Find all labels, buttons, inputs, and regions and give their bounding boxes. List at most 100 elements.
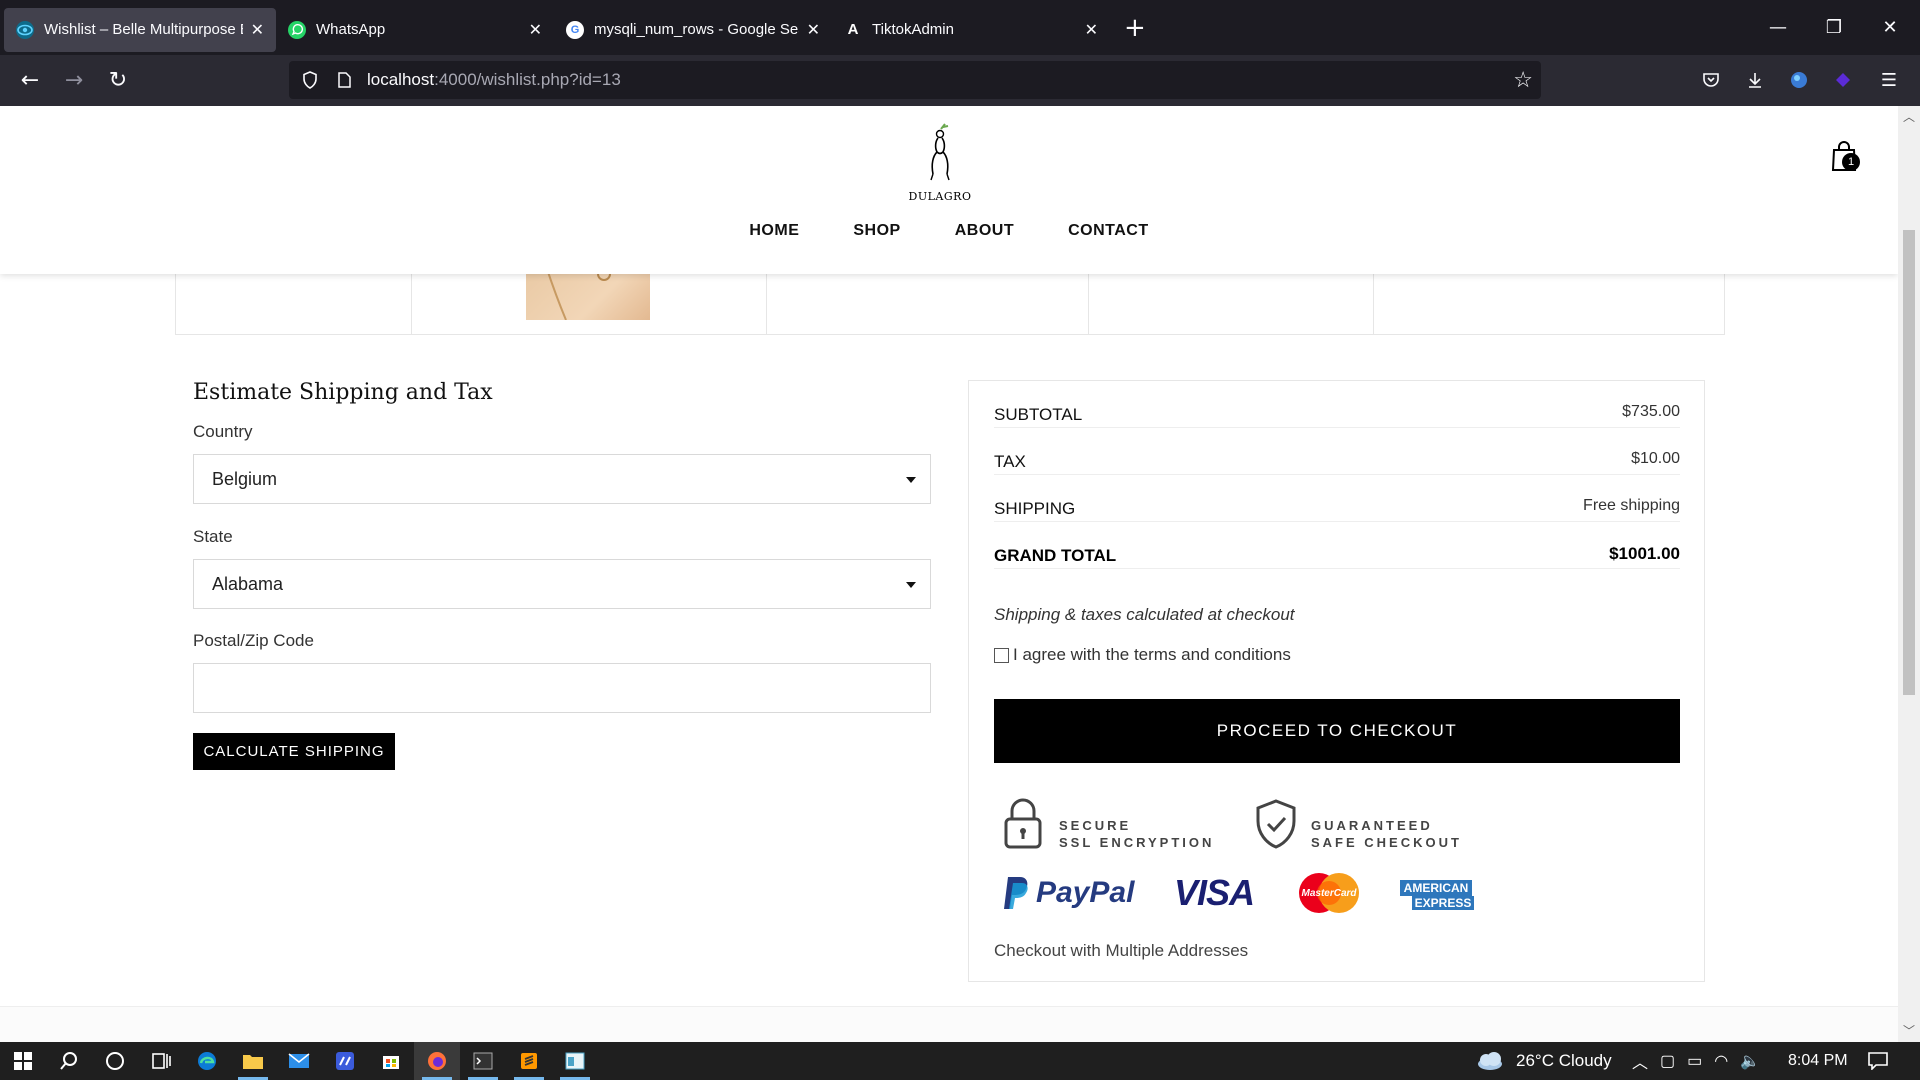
extension-diamond-icon[interactable]: [1826, 63, 1860, 97]
nav-home[interactable]: HOME: [749, 222, 799, 240]
meet-now-icon[interactable]: ▢: [1660, 1051, 1675, 1071]
paypal-wordmark: PayPal: [1036, 876, 1135, 909]
back-arrow-icon[interactable]: ←: [8, 61, 52, 101]
country-label: Country: [193, 422, 253, 441]
mastercard-wordmark: MasterCard: [1301, 887, 1357, 899]
wifi-icon[interactable]: ◠: [1714, 1051, 1728, 1071]
close-icon[interactable]: ✕: [251, 20, 264, 40]
url-host: localhost: [367, 70, 435, 89]
country-select[interactable]: Belgium: [193, 454, 931, 504]
battery-icon[interactable]: ▭: [1687, 1051, 1702, 1071]
tab-title: TiktokAdmin: [872, 21, 954, 38]
tray-icons: ︿ ▢ ▭ ◠ 🔈: [1632, 1042, 1760, 1080]
multiple-addresses-link[interactable]: Checkout with Multiple Addresses: [994, 941, 1248, 961]
hamburger-menu-icon[interactable]: ☰: [1872, 63, 1906, 97]
amex-line2: EXPRESS: [1411, 896, 1475, 910]
badge-guaranteed-line1: GUARANTEED: [1311, 818, 1433, 833]
country-value: Belgium: [212, 468, 278, 489]
minimize-icon[interactable]: —: [1750, 0, 1806, 55]
mail-icon[interactable]: [276, 1042, 322, 1080]
shipping-row: SHIPPING Free shipping: [994, 475, 1680, 522]
amex-logo: AMERICAN EXPRESS: [1397, 879, 1475, 911]
tab-wishlist[interactable]: Wishlist – Belle Multipurpose B ✕: [4, 7, 276, 52]
volume-icon[interactable]: 🔈: [1740, 1051, 1760, 1071]
store-icon[interactable]: [368, 1042, 414, 1080]
mastercard-logo: MasterCard: [1297, 871, 1361, 915]
cortana-icon[interactable]: [92, 1042, 138, 1080]
scroll-down-icon[interactable]: ﹀: [1898, 1022, 1920, 1040]
badge-secure-line1: SECURE: [1059, 818, 1132, 833]
state-value: Alabama: [212, 573, 284, 594]
page-footer-strip: [0, 1006, 1898, 1042]
tab-google[interactable]: G mysqli_num_rows - Google Sea ✕: [554, 8, 832, 52]
terms-label[interactable]: I agree with the terms and conditions: [1013, 645, 1291, 665]
app-window-icon[interactable]: [552, 1042, 598, 1080]
download-icon[interactable]: [1738, 63, 1772, 97]
nav-shop[interactable]: SHOP: [853, 222, 900, 240]
tab-title: mysqli_num_rows - Google Sea: [594, 21, 799, 38]
site-logo[interactable]: DULAGRO: [905, 120, 975, 203]
edge-icon[interactable]: [184, 1042, 230, 1080]
tax-label: TAX: [994, 452, 1026, 471]
logo-figure-icon: [930, 123, 950, 181]
zip-label: Postal/Zip Code: [193, 631, 314, 650]
nav-about[interactable]: ABOUT: [955, 222, 1014, 240]
shipping-value: Free shipping: [1583, 497, 1680, 514]
zip-input[interactable]: [193, 663, 931, 713]
bookmark-star-icon[interactable]: ☆: [1513, 67, 1533, 93]
close-icon[interactable]: ✕: [529, 20, 542, 40]
file-explorer-icon[interactable]: [230, 1042, 276, 1080]
windows-start-icon[interactable]: [0, 1042, 46, 1080]
tax-row: TAX $10.00: [994, 428, 1680, 475]
close-icon[interactable]: ✕: [1085, 20, 1098, 40]
search-icon[interactable]: [46, 1042, 92, 1080]
task-view-icon[interactable]: [138, 1042, 184, 1080]
reload-icon[interactable]: ↻: [96, 61, 140, 101]
padlock-icon: [1002, 797, 1044, 853]
terms-agreement: I agree with the terms and conditions: [994, 645, 1291, 665]
eye-favicon-icon: [16, 20, 34, 39]
calculate-shipping-button[interactable]: CALCULATE SHIPPING: [193, 733, 395, 770]
close-icon[interactable]: ✕: [807, 20, 820, 40]
extension-globe-icon[interactable]: [1782, 63, 1816, 97]
page-scrollbar[interactable]: ︿ ﹀: [1898, 106, 1920, 1042]
browser-nav-bar: ← → ↻ localhost:4000/wishlist.php?id=13 …: [0, 55, 1920, 106]
tab-title: Wishlist – Belle Multipurpose B: [44, 21, 243, 38]
vscode-icon[interactable]: [322, 1042, 368, 1080]
url-path: :4000/wishlist.php?id=13: [434, 70, 621, 89]
tab-tiktokadmin[interactable]: A TiktokAdmin ✕: [832, 8, 1110, 52]
grand-total-row: GRAND TOTAL $1001.00: [994, 522, 1680, 569]
pocket-icon[interactable]: [1694, 63, 1728, 97]
firefox-icon[interactable]: [414, 1042, 460, 1080]
forward-arrow-icon[interactable]: →: [52, 61, 96, 101]
weather-widget[interactable]: 26°C Cloudy: [1476, 1042, 1612, 1080]
scroll-up-icon[interactable]: ︿: [1898, 108, 1920, 126]
nav-contact[interactable]: CONTACT: [1068, 222, 1149, 240]
subtotal-value: $735.00: [1622, 403, 1680, 420]
product-image[interactable]: [526, 265, 650, 321]
url-bar[interactable]: localhost:4000/wishlist.php?id=13 ☆: [289, 61, 1541, 99]
new-tab-plus-icon[interactable]: +: [1124, 13, 1146, 43]
paypal-logo: PayPal: [1002, 871, 1134, 915]
shipping-section-title: Estimate Shipping and Tax: [193, 380, 493, 405]
main-navigation: HOME SHOP ABOUT CONTACT: [0, 222, 1898, 240]
amex-line1: AMERICAN: [1399, 880, 1473, 896]
subtotal-label: SUBTOTAL: [994, 405, 1083, 424]
chevron-up-icon[interactable]: ︿: [1632, 1049, 1648, 1073]
proceed-to-checkout-button[interactable]: PROCEED TO CHECKOUT: [994, 699, 1680, 763]
clock[interactable]: 8:04 PM: [1788, 1042, 1848, 1080]
restore-icon[interactable]: ❐: [1806, 0, 1862, 55]
visa-logo: VISA: [1174, 871, 1255, 915]
scroll-thumb[interactable]: [1903, 230, 1915, 695]
sublime-text-icon[interactable]: [506, 1042, 552, 1080]
browser-tab-strip: Wishlist – Belle Multipurpose B ✕ WhatsA…: [0, 0, 1920, 55]
logo-text: DULAGRO: [908, 190, 972, 203]
terms-checkbox[interactable]: [994, 647, 1009, 663]
state-select[interactable]: Alabama: [193, 559, 931, 609]
notifications-icon[interactable]: [1868, 1042, 1888, 1080]
terminal-icon[interactable]: [460, 1042, 506, 1080]
tab-whatsapp[interactable]: WhatsApp ✕: [276, 8, 554, 52]
window-close-icon[interactable]: ✕: [1862, 0, 1918, 55]
shield-icon[interactable]: [299, 71, 321, 89]
shipping-label: SHIPPING: [994, 499, 1076, 518]
